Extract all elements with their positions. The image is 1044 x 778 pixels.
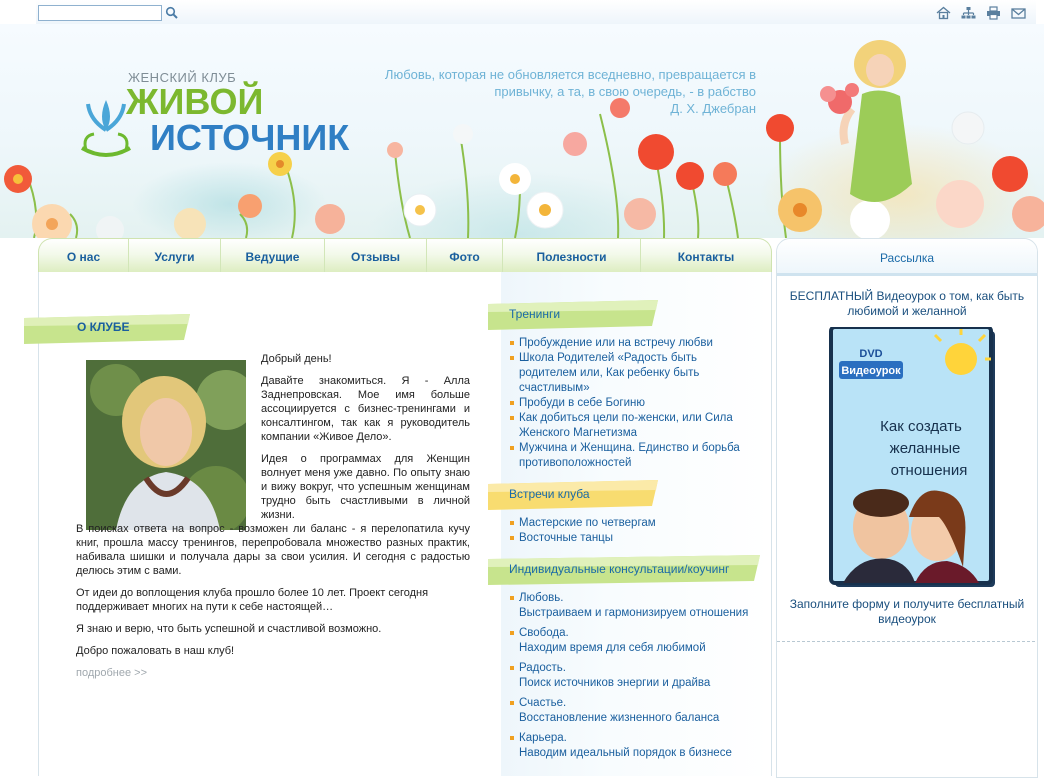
coaching-item-sub: Выстраиваем и гармонизируем отношения <box>519 607 749 619</box>
top-bar <box>36 0 1036 25</box>
dvd-video-lesson-image[interactable]: DVD Видеоурок Как создать желанные отнош… <box>829 327 1001 591</box>
article-paragraph: В поисках ответа на вопрос - возможен ли… <box>76 523 470 577</box>
svg-text:DVD: DVD <box>859 348 882 360</box>
about-article: Добрый день! Давайте знакомиться. Я - Ал… <box>76 352 470 680</box>
header-quote: Любовь, которая не обновляется вседневно… <box>336 66 756 117</box>
newsletter-cta-text: Заполните форму и получите бесплатный ви… <box>789 597 1025 626</box>
article-paragraph: От идеи до воплощения клуба прошло более… <box>76 587 429 613</box>
coaching-item-head: Радость. <box>519 662 566 674</box>
quote-line: Любовь, которая не обновляется вседневно… <box>384 67 756 82</box>
dvd-label: Видеоурок <box>841 365 901 377</box>
read-more-link[interactable]: подробнее >> <box>76 667 147 679</box>
nav-item-about[interactable]: О нас <box>39 239 129 273</box>
newsletter-title: Рассылка <box>777 239 1037 276</box>
about-section-title: О КЛУБЕ <box>77 320 130 334</box>
list-item[interactable]: Мужчина и Женщина. Единство и борьба про… <box>510 441 764 471</box>
site-logo[interactable]: ЖЕНСКИЙ КЛУБ ЖИВОЙ ИСТОЧНИК <box>76 70 349 190</box>
list-item[interactable]: Любовь. Выстраиваем и гармонизируем отнош… <box>510 591 770 621</box>
newsletter-promo-text: БЕСПЛАТНЫЙ Видеоурок о том, как быть люб… <box>789 289 1025 318</box>
dvd-title-line: отношения <box>891 462 968 479</box>
header-banner: ЖЕНСКИЙ КЛУБ ЖИВОЙ ИСТОЧНИК Любовь, кото… <box>0 24 1044 238</box>
coaching-item-head: Любовь. <box>519 592 564 604</box>
list-item[interactable]: Пробуди в себе Богиню <box>510 396 770 411</box>
list-item[interactable]: Карьера. Наводим идеальный порядок в бизн… <box>510 731 770 761</box>
sitemap-icon[interactable] <box>961 6 976 20</box>
list-item[interactable]: Свобода. Находим время для себя любимой <box>510 626 770 656</box>
list-item[interactable]: Радость. Поиск источников энергии и драйв… <box>510 661 770 691</box>
article-greeting: Добрый день! <box>261 353 332 365</box>
list-item[interactable]: Как добиться цели по-женски, или Сила Же… <box>510 411 754 441</box>
meetings-title: Встречи клуба <box>509 487 590 501</box>
list-item[interactable]: Счастье. Восстановление жизненного баланс… <box>510 696 770 726</box>
coaching-item-sub: Поиск источников энергии и драйва <box>519 677 711 689</box>
article-paragraph: Добро пожаловать в наш клуб! <box>76 645 235 657</box>
logo-title-line2: ИСТОЧНИК <box>150 117 350 158</box>
print-icon[interactable] <box>986 6 1001 20</box>
meetings-list: Мастерские по четвергам Восточные танцы <box>510 516 770 546</box>
dvd-title-line: Как создать <box>880 418 962 435</box>
coaching-item-head: Счастье. <box>519 697 567 709</box>
coaching-item-sub: Восстановление жизненного баланса <box>519 712 720 724</box>
trainings-list: Пробуждение или на встречу любви Школа Р… <box>510 336 770 471</box>
nav-item-contacts[interactable]: Контакты <box>641 239 771 273</box>
coaching-item-head: Свобода. <box>519 627 569 639</box>
coaching-list: Любовь. Выстраиваем и гармонизируем отнош… <box>510 591 770 766</box>
coaching-item-sub: Наводим идеальный порядок в бизнесе <box>519 747 732 759</box>
quote-author: Д. Х. Джебран <box>670 101 756 116</box>
nav-item-services[interactable]: Услуги <box>129 239 221 273</box>
list-item[interactable]: Восточные танцы <box>510 531 770 546</box>
coaching-title: Индивидуальные консультации/коучинг <box>509 562 730 576</box>
nav-item-useful[interactable]: Полезности <box>503 239 641 273</box>
nav-item-leaders[interactable]: Ведущие <box>221 239 325 273</box>
coaching-item-sub: Находим время для себя любимой <box>519 642 706 654</box>
article-paragraph: Давайте знакомиться. Я - Алла Заднепровс… <box>261 375 470 443</box>
quote-line: привычку, а та, в свою очередь, - в рабс… <box>494 84 756 99</box>
nav-item-reviews[interactable]: Отзывы <box>325 239 427 273</box>
trainings-title: Тренинги <box>509 307 561 321</box>
list-item[interactable]: Школа Родителей «Радость быть родителем … <box>510 351 719 396</box>
home-icon[interactable] <box>936 6 951 20</box>
logo-title-line1: ЖИВОЙ <box>126 81 264 122</box>
article-paragraph: Идея о программах для Женщин волнует мен… <box>261 453 470 521</box>
sidebar-divider <box>777 641 1035 642</box>
newsletter-sidebar: Рассылка БЕСПЛАТНЫЙ Видеоурок о том, как… <box>776 238 1038 778</box>
dvd-title-line: желанные <box>890 440 961 457</box>
list-item[interactable]: Пробуждение или на встречу любви <box>510 336 770 351</box>
search-input[interactable] <box>38 5 162 21</box>
mail-icon[interactable] <box>1011 6 1026 20</box>
search-icon[interactable] <box>165 6 179 20</box>
coaching-item-head: Карьера. <box>519 732 567 744</box>
main-navigation: О нас Услуги Ведущие Отзывы Фото Полезно… <box>38 238 772 276</box>
article-paragraph: Я знаю и верю, что быть успешной и счаст… <box>76 623 382 635</box>
list-item[interactable]: Мастерские по четвергам <box>510 516 770 531</box>
nav-item-photo[interactable]: Фото <box>427 239 503 273</box>
